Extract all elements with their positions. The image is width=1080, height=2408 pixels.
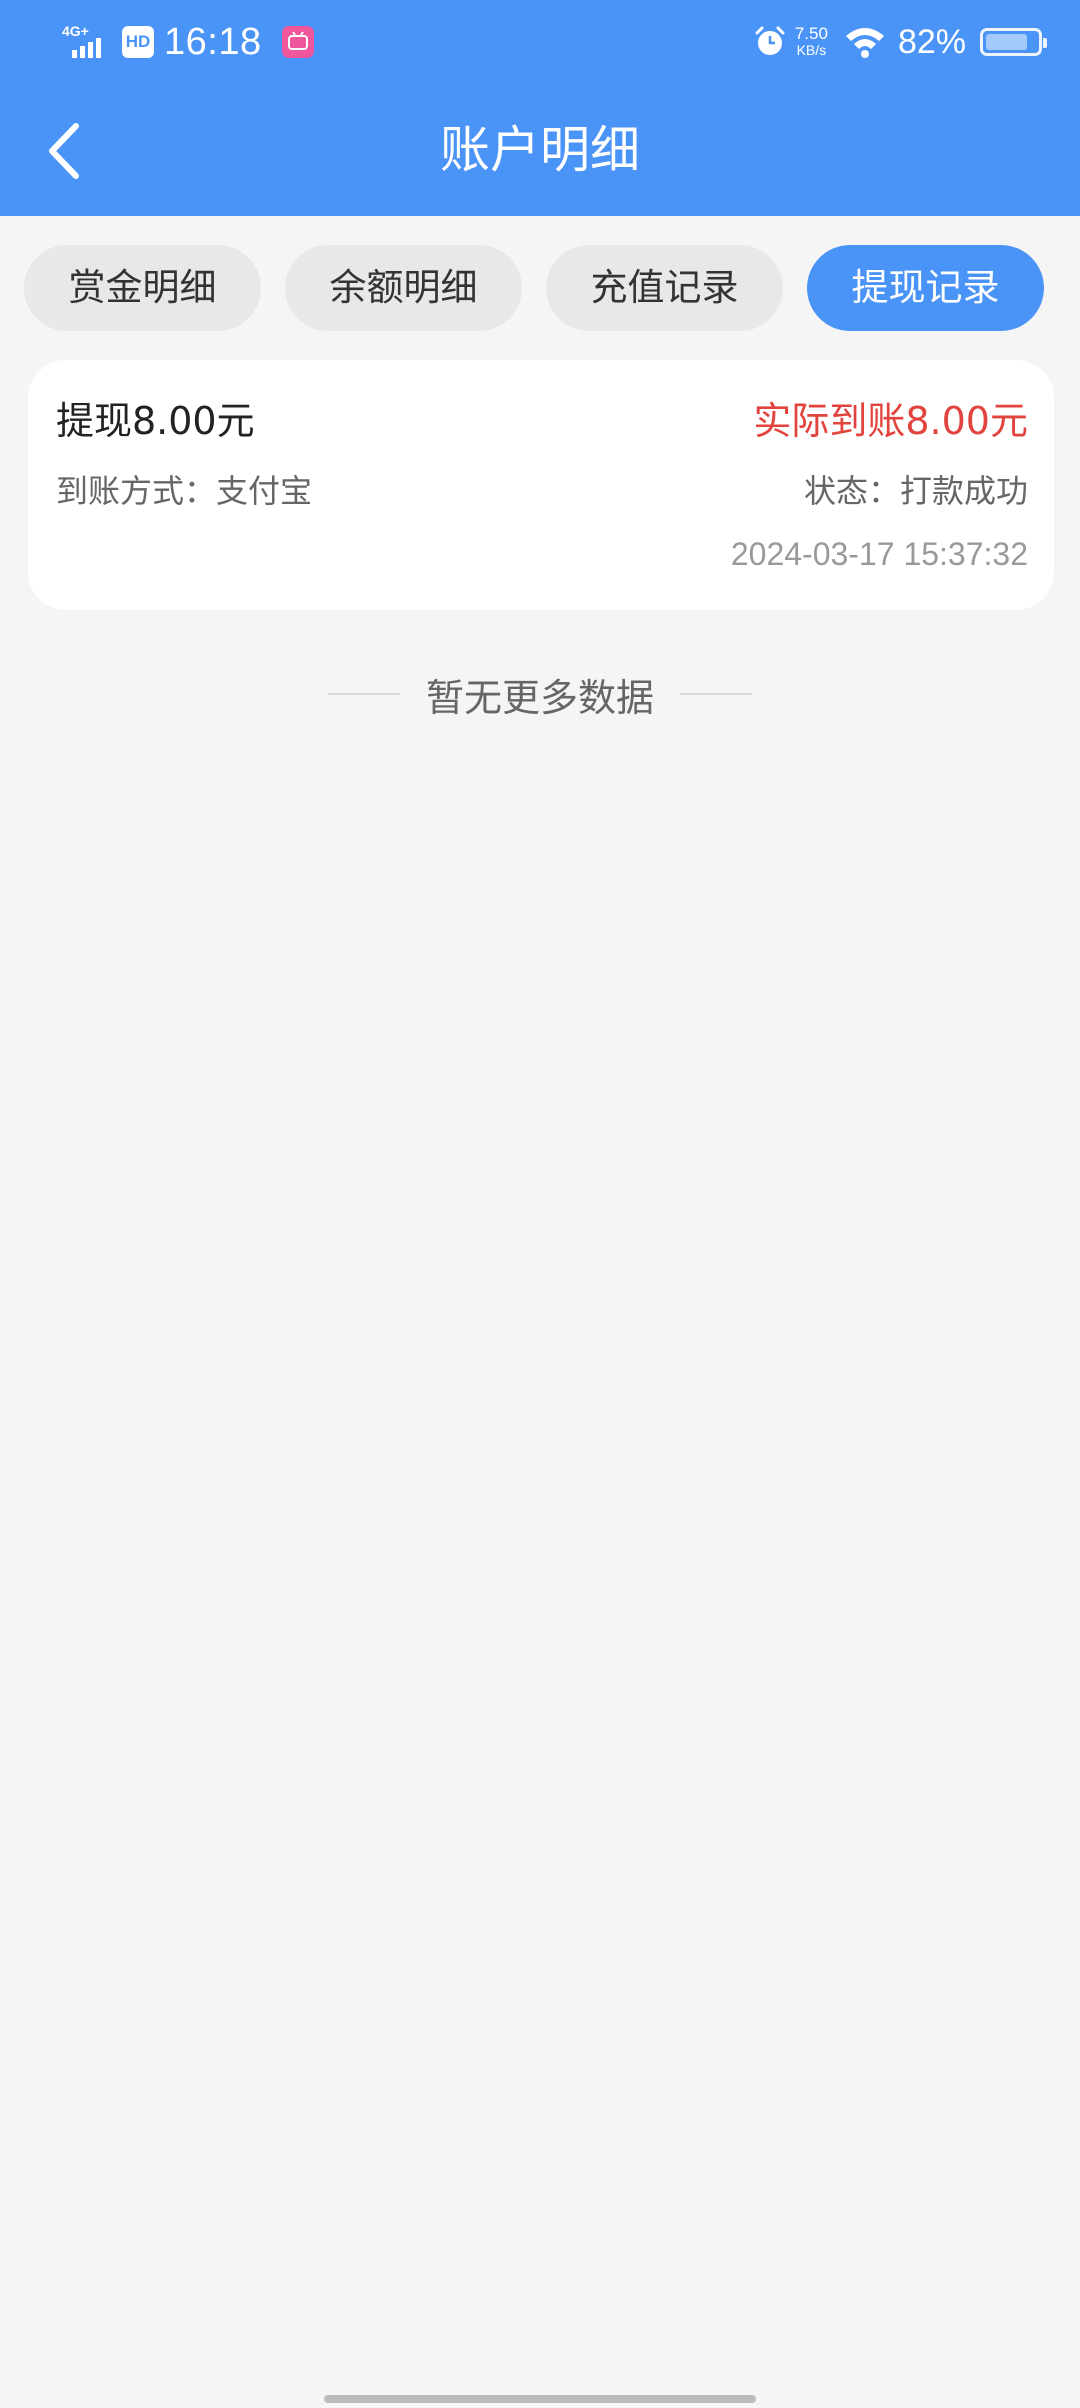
network-speed-unit: KB/s	[796, 42, 827, 58]
tab-balance-details[interactable]: 余额明细	[285, 245, 522, 331]
withdrawal-record-card[interactable]: 提现8.00元 实际到账8.00元 到账方式：支付宝 状态：打款成功 2024-…	[28, 360, 1054, 610]
page-title: 账户明细	[440, 121, 640, 179]
home-indicator[interactable]	[324, 2395, 756, 2403]
alarm-icon	[755, 26, 785, 55]
bilibili-icon	[281, 26, 314, 58]
battery-icon	[980, 28, 1047, 56]
tab-recharge-records[interactable]: 充值记录	[546, 245, 783, 331]
network-speed-value: 7.50	[794, 24, 828, 43]
tab-bar: 赏金明细 余额明细 充值记录 提现记录	[24, 245, 1044, 331]
network-type: 4G+	[62, 23, 89, 39]
payout-method: 到账方式：支付宝	[56, 472, 313, 510]
network-speed: 7.50 KB/s	[794, 24, 828, 58]
status-time: 16:18	[164, 20, 262, 63]
divider-right	[680, 693, 752, 695]
no-more-data-indicator: 暂无更多数据	[0, 664, 1080, 724]
no-more-data-text: 暂无更多数据	[425, 675, 654, 720]
divider-left	[327, 693, 400, 695]
signal-icon: 4G+	[62, 23, 101, 58]
record-timestamp: 2024-03-17 15:37:32	[730, 536, 1028, 572]
status-bar-left: 4G+ HD 16:18	[62, 18, 314, 66]
status-bar-right: 7.50 KB/s 82%	[753, 18, 1047, 66]
app-header: 4G+ HD 16:18 7.50 KB/s 82% 账户明细	[0, 0, 1080, 216]
battery-percent: 82%	[897, 22, 966, 61]
actual-received-amount: 实际到账8.00元	[753, 399, 1028, 443]
hd-icon: HD	[122, 26, 154, 58]
withdrawal-amount: 提现8.00元	[56, 399, 255, 443]
status-bar: 4G+ HD 16:18 7.50 KB/s 82%	[0, 0, 1080, 84]
tab-withdrawal-records[interactable]: 提现记录	[807, 245, 1044, 331]
battery-fill	[986, 34, 1027, 50]
tab-bounty-details[interactable]: 赏金明细	[24, 245, 261, 331]
wifi-icon	[845, 28, 884, 58]
payout-status: 状态：打款成功	[803, 472, 1028, 510]
